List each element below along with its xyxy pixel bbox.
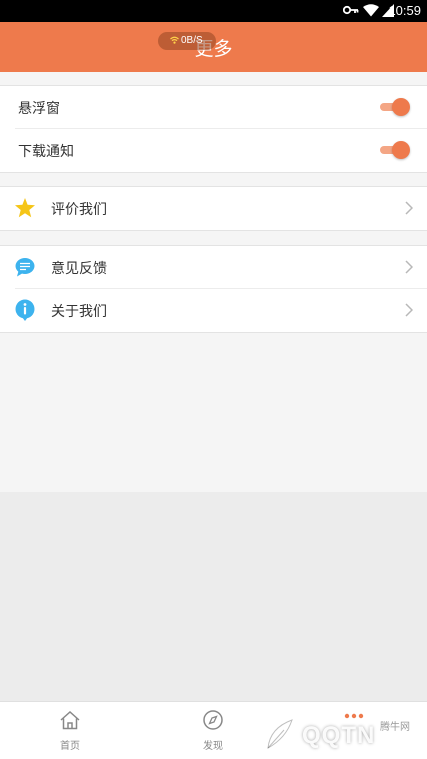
floating-window-toggle[interactable] xyxy=(380,98,410,116)
network-speed-text: 0B/S xyxy=(181,35,203,46)
rate-us-row[interactable]: 评价我们 xyxy=(0,187,427,230)
settings-content: 悬浮窗 下载通知 评价我们 意见反馈 关于我们 xyxy=(0,72,427,492)
tab-discover[interactable]: 发现 xyxy=(183,710,243,752)
status-bar: 10:59 xyxy=(0,0,427,22)
watermark-text: 腾牛网 xyxy=(380,722,410,733)
chevron-right-icon xyxy=(405,260,413,274)
compass-icon xyxy=(203,710,223,730)
chevron-right-icon xyxy=(405,201,413,215)
floating-window-label: 悬浮窗 xyxy=(18,101,60,117)
toggle-knob xyxy=(392,98,410,116)
info-group: 意见反馈 关于我们 xyxy=(0,245,427,333)
download-notification-label: 下载通知 xyxy=(18,144,74,160)
leaf-logo-icon xyxy=(267,719,293,749)
info-icon xyxy=(15,299,35,321)
home-icon xyxy=(60,710,80,730)
settings-toggle-group: 悬浮窗 下载通知 xyxy=(0,85,427,173)
chevron-right-icon xyxy=(405,303,413,317)
rate-group: 评价我们 xyxy=(0,186,427,231)
vpn-key-icon xyxy=(343,5,359,15)
network-speed-badge[interactable]: 0B/S xyxy=(158,32,216,50)
feedback-label: 意见反馈 xyxy=(51,261,107,277)
star-icon xyxy=(15,198,35,218)
watermark-logo: QQTN 腾牛网 xyxy=(262,712,422,756)
download-notification-row: 下载通知 xyxy=(0,128,427,172)
tab-discover-label: 发现 xyxy=(203,741,223,752)
about-us-label: 关于我们 xyxy=(51,304,107,320)
floating-window-row: 悬浮窗 xyxy=(0,86,427,129)
status-time: 10:59 xyxy=(388,3,421,18)
download-notification-toggle[interactable] xyxy=(380,141,410,159)
feedback-row[interactable]: 意见反馈 xyxy=(0,246,427,289)
app-header: 更多 0B/S xyxy=(0,22,427,72)
chat-bubble-icon xyxy=(15,258,35,277)
toggle-knob xyxy=(392,141,410,159)
wifi-icon xyxy=(363,4,379,17)
tab-home-label: 首页 xyxy=(60,741,80,752)
wifi-icon xyxy=(170,36,179,44)
about-us-row[interactable]: 关于我们 xyxy=(0,288,427,332)
tab-home[interactable]: 首页 xyxy=(40,710,100,752)
watermark-brand: QQTN xyxy=(302,722,376,749)
rate-us-label: 评价我们 xyxy=(51,202,107,218)
